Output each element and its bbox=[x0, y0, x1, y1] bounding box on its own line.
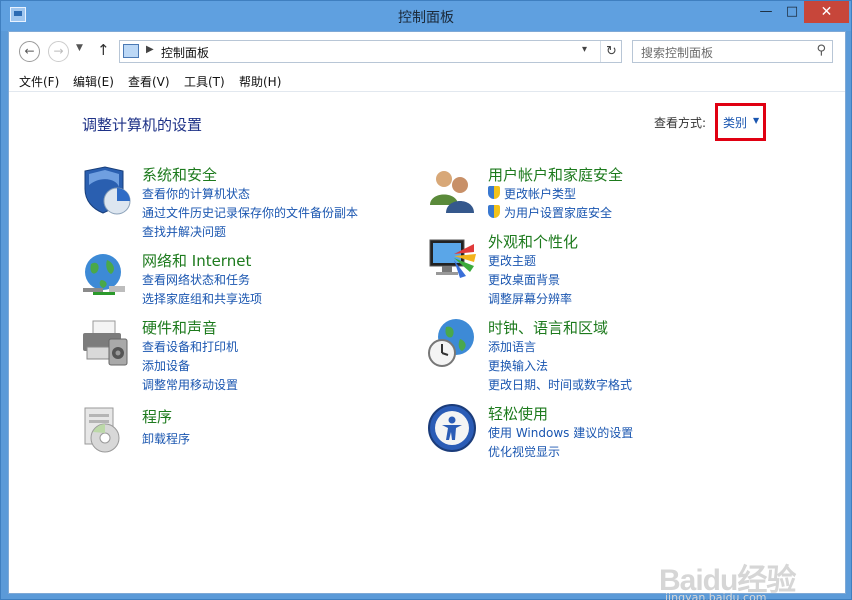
breadcrumb[interactable]: 控制面板 bbox=[161, 44, 209, 61]
minimize-button[interactable]: — bbox=[752, 1, 780, 23]
uac-shield-icon bbox=[488, 186, 500, 199]
control-panel-icon bbox=[123, 44, 139, 58]
menu-tools[interactable]: 工具(T) bbox=[184, 73, 225, 90]
search-icon[interactable]: ⚲ bbox=[816, 43, 826, 58]
link-windows-recommended-settings[interactable]: 使用 Windows 建议的设置 bbox=[488, 424, 633, 441]
address-row: ← → ▼ ↑ ▶ 控制面板 ▾ ↻ 搜索控制面板 ⚲ bbox=[9, 32, 845, 70]
link-optimize-visual-display[interactable]: 优化视觉显示 bbox=[488, 443, 560, 460]
link-network-status[interactable]: 查看网络状态和任务 bbox=[142, 271, 250, 288]
menu-view[interactable]: 查看(V) bbox=[128, 73, 170, 90]
baidu-watermark: Baidu经验 jingyan.baidu.com bbox=[659, 555, 796, 600]
shield-icon[interactable] bbox=[79, 165, 131, 217]
menu-bar: 文件(F) 编辑(E) 查看(V) 工具(T) 帮助(H) bbox=[9, 70, 845, 92]
view-by-dropdown[interactable]: 类别 bbox=[723, 114, 747, 131]
title-bar[interactable]: 控制面板 — □ ✕ bbox=[1, 1, 851, 31]
window-title: 控制面板 bbox=[398, 10, 454, 26]
category-network-internet[interactable]: 网络和 Internet bbox=[142, 250, 251, 271]
clock-globe-icon[interactable] bbox=[426, 317, 478, 369]
maximize-button[interactable]: □ bbox=[778, 1, 806, 23]
link-desktop-background[interactable]: 更改桌面背景 bbox=[488, 271, 560, 288]
search-input[interactable]: 搜索控制面板 ⚲ bbox=[632, 40, 833, 63]
link-change-input-method[interactable]: 更换输入法 bbox=[488, 357, 548, 374]
watermark-url: jingyan.baidu.com bbox=[665, 591, 767, 600]
appearance-monitor-icon[interactable] bbox=[426, 232, 478, 284]
link-family-safety[interactable]: 为用户设置家庭安全 bbox=[504, 204, 612, 221]
page-title: 调整计算机的设置 bbox=[82, 116, 203, 134]
breadcrumb-chevron-icon[interactable]: ▶ bbox=[146, 44, 154, 55]
category-user-accounts[interactable]: 用户帐户和家庭安全 bbox=[488, 164, 623, 185]
link-troubleshoot[interactable]: 查找并解决问题 bbox=[142, 223, 226, 240]
network-globe-icon[interactable] bbox=[79, 250, 131, 302]
recent-locations-icon[interactable]: ▼ bbox=[76, 43, 83, 53]
programs-icon[interactable] bbox=[79, 404, 131, 456]
control-panel-window: 控制面板 — □ ✕ ← → ▼ ↑ ▶ 控制面板 ▾ ↻ 搜索控制面板 ⚲ 文 bbox=[0, 0, 852, 600]
category-clock-language-region[interactable]: 时钟、语言和区域 bbox=[488, 317, 608, 338]
search-placeholder: 搜索控制面板 bbox=[641, 46, 714, 60]
link-add-language[interactable]: 添加语言 bbox=[488, 338, 536, 355]
chevron-down-icon[interactable]: ▼ bbox=[753, 116, 759, 125]
users-icon[interactable] bbox=[426, 165, 478, 217]
forward-button[interactable]: → bbox=[48, 41, 69, 62]
link-uninstall-program[interactable]: 卸载程序 bbox=[142, 430, 190, 447]
link-change-theme[interactable]: 更改主题 bbox=[488, 252, 536, 269]
category-appearance[interactable]: 外观和个性化 bbox=[488, 231, 578, 252]
link-homegroup-sharing[interactable]: 选择家庭组和共享选项 bbox=[142, 290, 262, 307]
category-hardware-sound[interactable]: 硬件和声音 bbox=[142, 317, 217, 338]
address-bar[interactable]: ▶ 控制面板 ▾ ↻ bbox=[119, 40, 622, 63]
uac-shield-icon bbox=[488, 205, 500, 218]
link-change-date-time-format[interactable]: 更改日期、时间或数字格式 bbox=[488, 376, 632, 393]
link-screen-resolution[interactable]: 调整屏幕分辨率 bbox=[488, 290, 572, 307]
category-ease-of-access[interactable]: 轻松使用 bbox=[488, 403, 548, 424]
up-arrow-icon[interactable]: ↑ bbox=[97, 41, 110, 59]
category-system-security[interactable]: 系统和安全 bbox=[142, 164, 217, 185]
menu-edit[interactable]: 编辑(E) bbox=[73, 73, 114, 90]
refresh-button[interactable]: ↻ bbox=[600, 41, 622, 62]
printer-speaker-icon[interactable] bbox=[79, 317, 131, 369]
menu-help[interactable]: 帮助(H) bbox=[239, 73, 281, 90]
link-devices-printers[interactable]: 查看设备和打印机 bbox=[142, 338, 238, 355]
close-button[interactable]: ✕ bbox=[804, 1, 849, 23]
category-programs[interactable]: 程序 bbox=[142, 406, 172, 427]
link-change-account-type[interactable]: 更改帐户类型 bbox=[504, 185, 576, 202]
chevron-down-icon[interactable]: ▾ bbox=[582, 44, 587, 55]
view-by-label: 查看方式: bbox=[654, 116, 707, 130]
link-add-device[interactable]: 添加设备 bbox=[142, 357, 190, 374]
menu-file[interactable]: 文件(F) bbox=[19, 73, 59, 90]
ease-of-access-icon[interactable] bbox=[426, 402, 478, 454]
back-button[interactable]: ← bbox=[19, 41, 40, 62]
link-mobility-settings[interactable]: 调整常用移动设置 bbox=[142, 376, 238, 393]
link-view-computer-status[interactable]: 查看你的计算机状态 bbox=[142, 185, 250, 202]
link-file-history-backup[interactable]: 通过文件历史记录保存你的文件备份副本 bbox=[142, 204, 358, 221]
client-area: ← → ▼ ↑ ▶ 控制面板 ▾ ↻ 搜索控制面板 ⚲ 文件(F) 编辑(E) … bbox=[8, 31, 846, 600]
